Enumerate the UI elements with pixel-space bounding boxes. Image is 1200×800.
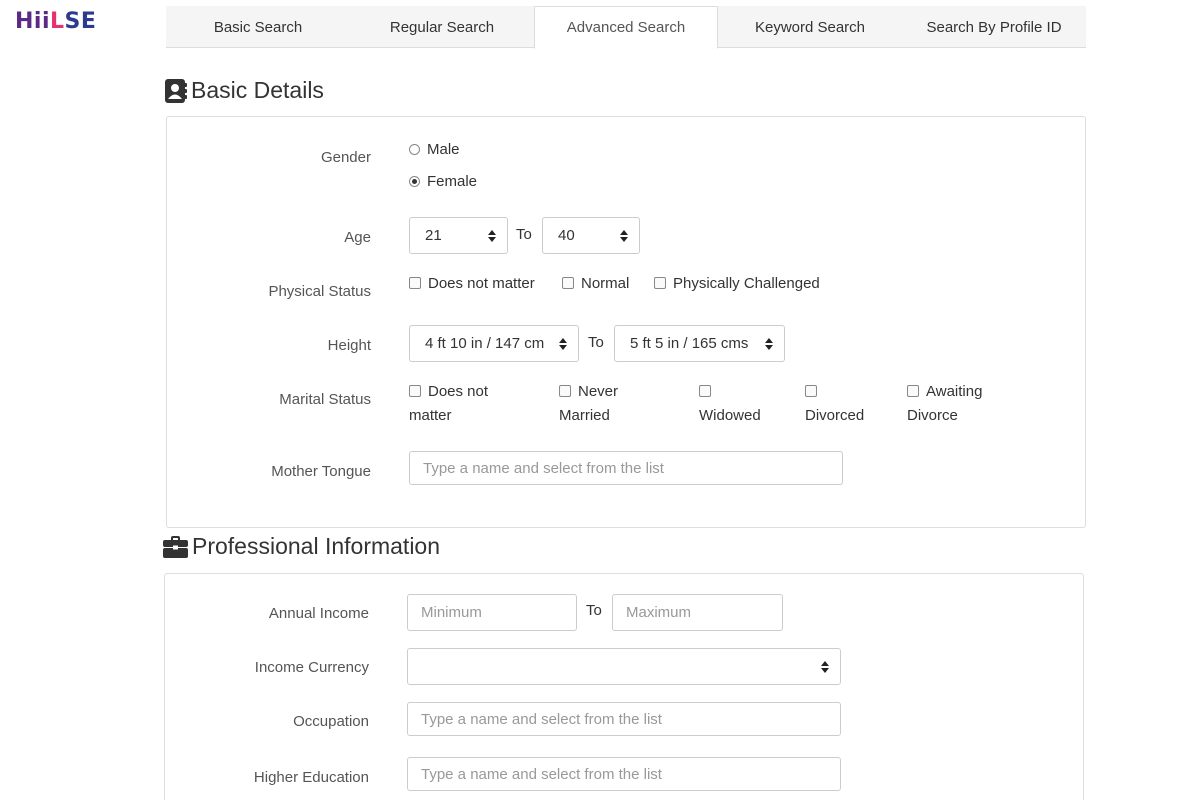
brand-logo[interactable]: HiiLSE xyxy=(15,9,96,34)
physical-does-not-matter-checkbox[interactable] xyxy=(409,277,421,289)
marital-status-label: Marital Status xyxy=(279,391,371,408)
updown-caret-icon xyxy=(559,338,567,350)
gender-male-radio[interactable] xyxy=(409,144,420,155)
tab-keyword-search[interactable]: Keyword Search xyxy=(718,6,902,48)
marital-widowed-option[interactable]: Widowed xyxy=(699,380,761,428)
income-currency-label: Income Currency xyxy=(254,659,369,676)
annual-income-label: Annual Income xyxy=(268,605,369,622)
marital-does-not-matter-checkbox[interactable] xyxy=(409,385,421,397)
physical-challenged-option[interactable]: Physically Challenged xyxy=(654,272,820,296)
occupation-input[interactable]: Type a name and select from the list xyxy=(407,702,841,736)
physical-does-not-matter-option[interactable]: Does not matter xyxy=(409,272,535,296)
age-to-label: To xyxy=(516,226,532,243)
gender-label: Gender xyxy=(320,149,371,166)
tab-advanced-search[interactable]: Advanced Search xyxy=(534,6,718,49)
income-max-input[interactable]: Maximum xyxy=(612,594,783,631)
marital-widowed-checkbox[interactable] xyxy=(699,385,711,397)
higher-education-input[interactable]: Type a name and select from the list xyxy=(407,757,841,791)
height-to-select[interactable]: 5 ft 5 in / 165 cms xyxy=(614,325,785,362)
updown-caret-icon xyxy=(488,230,496,242)
basic-details-title: Basic Details xyxy=(191,77,324,103)
income-currency-select[interactable] xyxy=(407,648,841,685)
briefcase-icon xyxy=(163,535,188,558)
marital-divorced-checkbox[interactable] xyxy=(805,385,817,397)
marital-never-married-option[interactable]: Never Married xyxy=(559,380,618,428)
occupation-label: Occupation xyxy=(293,713,369,730)
mother-tongue-label: Mother Tongue xyxy=(271,463,371,480)
updown-caret-icon xyxy=(765,338,773,350)
height-to-label: To xyxy=(588,334,604,351)
gender-male-option[interactable]: Male xyxy=(409,138,460,162)
marital-awaiting-divorce-option[interactable]: Awaiting Divorce xyxy=(907,380,982,428)
gender-female-radio[interactable] xyxy=(409,176,420,187)
tab-search-by-profile-id[interactable]: Search By Profile ID xyxy=(902,6,1086,48)
age-label: Age xyxy=(344,229,371,246)
income-to-label: To xyxy=(586,602,602,619)
search-tabs: Basic Search Regular Search Advanced Sea… xyxy=(166,6,1086,49)
physical-normal-option[interactable]: Normal xyxy=(562,272,629,296)
professional-info-title: Professional Information xyxy=(192,533,441,559)
height-from-select[interactable]: 4 ft 10 in / 147 cm xyxy=(409,325,579,362)
professional-info-heading: Professional Information xyxy=(163,533,440,560)
age-from-select[interactable]: 21 xyxy=(409,217,508,254)
tab-regular-search[interactable]: Regular Search xyxy=(350,6,534,48)
updown-caret-icon xyxy=(821,661,829,673)
physical-challenged-checkbox[interactable] xyxy=(654,277,666,289)
contact-card-icon xyxy=(165,78,187,103)
mother-tongue-input[interactable]: Type a name and select from the list xyxy=(409,451,843,485)
physical-status-label: Physical Status xyxy=(268,283,371,300)
tab-basic-search[interactable]: Basic Search xyxy=(166,6,350,48)
marital-divorced-option[interactable]: Divorced xyxy=(805,380,864,428)
age-to-select[interactable]: 40 xyxy=(542,217,640,254)
income-min-input[interactable]: Minimum xyxy=(407,594,577,631)
updown-caret-icon xyxy=(620,230,628,242)
physical-normal-checkbox[interactable] xyxy=(562,277,574,289)
basic-details-heading: Basic Details xyxy=(165,77,324,104)
higher-education-label: Higher Education xyxy=(253,769,369,786)
marital-awaiting-divorce-checkbox[interactable] xyxy=(907,385,919,397)
marital-never-married-checkbox[interactable] xyxy=(559,385,571,397)
height-label: Height xyxy=(327,337,371,354)
marital-does-not-matter-option[interactable]: Does not matter xyxy=(409,380,488,428)
gender-female-option[interactable]: Female xyxy=(409,170,477,194)
